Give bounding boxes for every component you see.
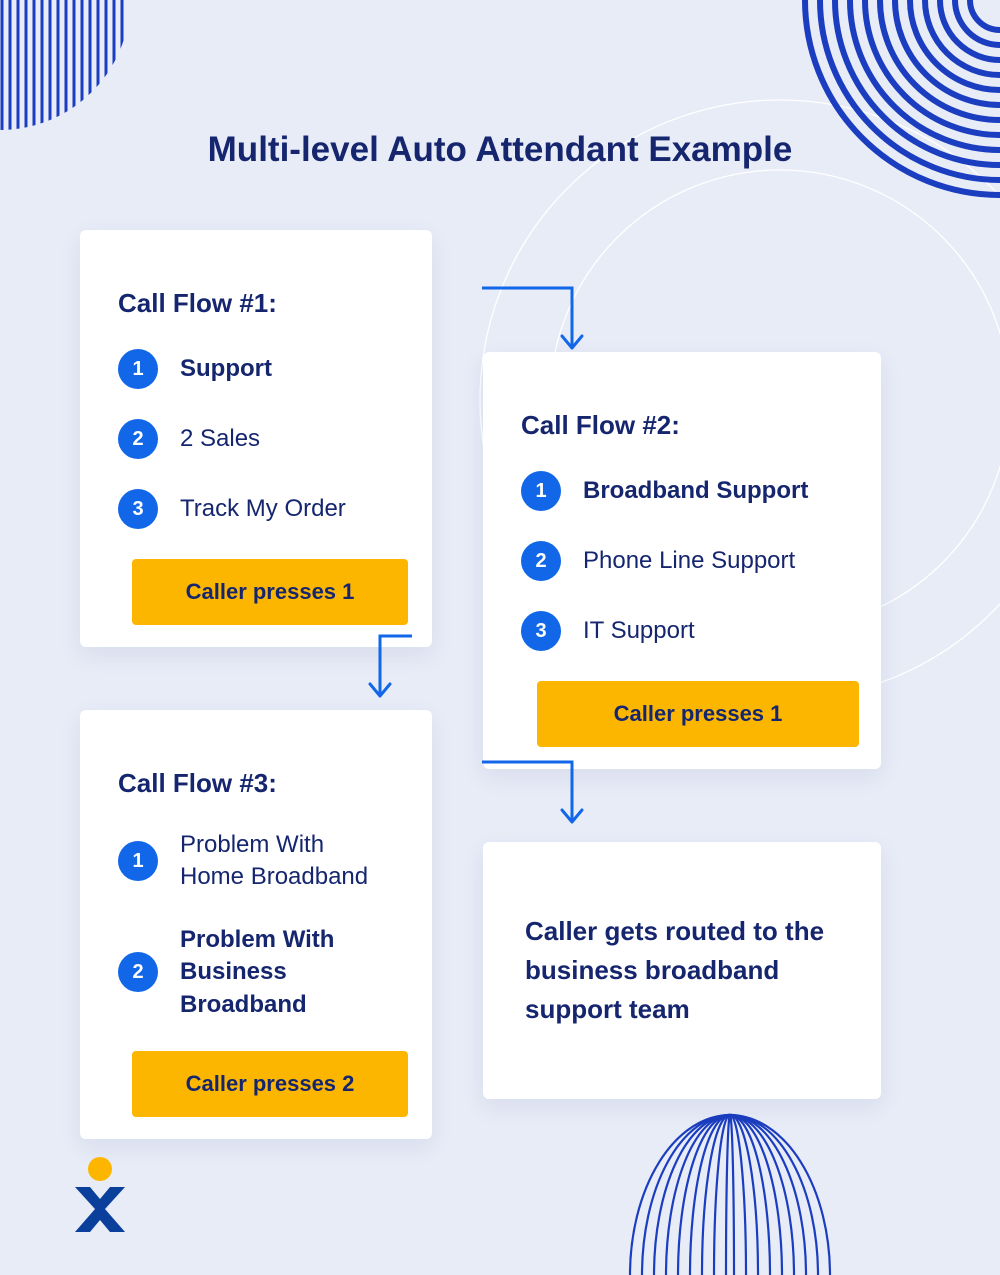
option-number-badge: 3 — [118, 489, 158, 529]
option-row: 1 Broadband Support — [521, 471, 843, 511]
option-number-badge: 1 — [118, 841, 158, 881]
option-label: Broadband Support — [583, 475, 808, 507]
option-number-badge: 2 — [118, 952, 158, 992]
option-label: IT Support — [583, 615, 695, 647]
page-title: Multi-level Auto Attendant Example — [0, 130, 1000, 170]
result-card: Caller gets routed to the business broad… — [483, 842, 881, 1099]
rings-graphic — [800, 0, 1000, 200]
option-label: Support — [180, 353, 272, 385]
dome-graphic — [620, 1095, 840, 1275]
option-number-badge: 2 — [118, 419, 158, 459]
option-number-badge: 2 — [521, 541, 561, 581]
option-label: 2 Sales — [180, 423, 260, 455]
caller-action-badge: Caller presses 1 — [537, 681, 859, 747]
option-label: Problem With Business Broadband — [180, 924, 394, 1021]
option-number-badge: 1 — [521, 471, 561, 511]
option-row: 2 2 Sales — [118, 419, 394, 459]
option-number-badge: 1 — [118, 349, 158, 389]
arrow-3-to-result — [432, 760, 592, 840]
brand-logo — [70, 1157, 130, 1237]
option-row: 2 Problem With Business Broadband — [118, 924, 394, 1021]
option-label: Problem With Home Broadband — [180, 829, 394, 894]
call-flow-card-1: Call Flow #1: 1 Support 2 2 Sales 3 Trac… — [80, 230, 432, 647]
option-label: Track My Order — [180, 493, 346, 525]
option-row: 2 Phone Line Support — [521, 541, 843, 581]
caller-action-badge: Caller presses 1 — [132, 559, 408, 625]
call-flow-card-2: Call Flow #2: 1 Broadband Support 2 Phon… — [483, 352, 881, 769]
option-row: 3 IT Support — [521, 611, 843, 651]
result-text: Caller gets routed to the business broad… — [525, 912, 839, 1029]
option-number-badge: 3 — [521, 611, 561, 651]
option-label: Phone Line Support — [583, 545, 795, 577]
caller-action-badge: Caller presses 2 — [132, 1051, 408, 1117]
card-heading: Call Flow #1: — [118, 288, 394, 319]
option-row: 1 Problem With Home Broadband — [118, 829, 394, 894]
option-row: 1 Support — [118, 349, 394, 389]
card-heading: Call Flow #2: — [521, 410, 843, 441]
option-row: 3 Track My Order — [118, 489, 394, 529]
barcode-graphic — [0, 0, 130, 130]
card-heading: Call Flow #3: — [118, 768, 394, 799]
call-flow-card-3: Call Flow #3: 1 Problem With Home Broadb… — [80, 710, 432, 1139]
